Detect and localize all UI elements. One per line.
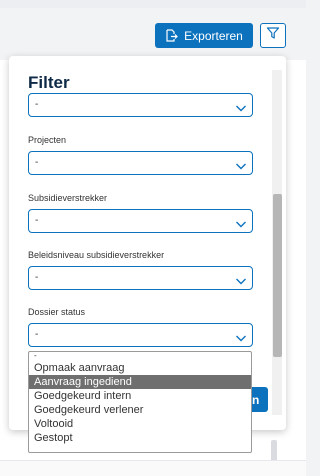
dropdown-option-goedgekeurd-intern[interactable]: Goedgekeurd intern xyxy=(29,389,251,403)
select-dossier-status[interactable]: - xyxy=(28,323,253,347)
select-value: - xyxy=(35,272,39,283)
select-value: - xyxy=(35,329,39,340)
filter-button[interactable] xyxy=(260,23,286,48)
chevron-down-icon xyxy=(235,273,247,285)
page-top-strip xyxy=(0,0,306,8)
dropdown-option-opmaak-aanvraag[interactable]: Opmaak aanvraag xyxy=(29,361,251,375)
dropdown-option-voltooid[interactable]: Voltooid xyxy=(29,417,251,431)
select-beleidsniveau[interactable]: - xyxy=(28,266,253,290)
dropdown-option-empty[interactable]: - xyxy=(29,352,251,361)
filter-title: Filter xyxy=(28,73,70,92)
chevron-down-icon xyxy=(235,100,247,112)
export-icon xyxy=(165,29,178,42)
export-button-label: Exporteren xyxy=(184,28,243,43)
export-button[interactable]: Exporteren xyxy=(155,23,253,48)
select-value: - xyxy=(35,215,39,226)
dossier-status-label: Dossier status xyxy=(28,307,86,317)
dropdown-option-aanvraag-ingediend[interactable]: Aanvraag ingediend xyxy=(29,375,251,389)
subsidieverstrekker-label: Subsidieverstrekker xyxy=(28,193,108,203)
dropdown-option-gestopt[interactable]: Gestopt xyxy=(29,431,251,445)
select-subsidieverstrekker[interactable]: - xyxy=(28,209,253,233)
filter-icon xyxy=(266,26,280,45)
chevron-down-icon xyxy=(235,158,247,170)
chevron-down-icon xyxy=(235,330,247,342)
chevron-down-icon xyxy=(235,216,247,228)
beleidsniveau-label: Beleidsniveau subsidieverstrekker xyxy=(28,250,165,260)
select-value: - xyxy=(35,99,39,110)
apply-filter-button[interactable]: n xyxy=(250,387,268,412)
select-filter-top[interactable]: - xyxy=(28,93,253,117)
select-value: - xyxy=(35,157,39,168)
dropdown-option-goedgekeurd-verlener[interactable]: Goedgekeurd verlener xyxy=(29,403,251,417)
select-projecten[interactable]: - xyxy=(28,151,253,175)
projecten-label: Projecten xyxy=(28,135,67,145)
filter-panel-scrollbar[interactable] xyxy=(273,194,282,357)
dossier-status-dropdown: - Opmaak aanvraag Aanvraag ingediend Goe… xyxy=(28,351,252,453)
apply-filter-button-label: n xyxy=(252,392,260,407)
page-bottom-strip xyxy=(0,460,306,476)
